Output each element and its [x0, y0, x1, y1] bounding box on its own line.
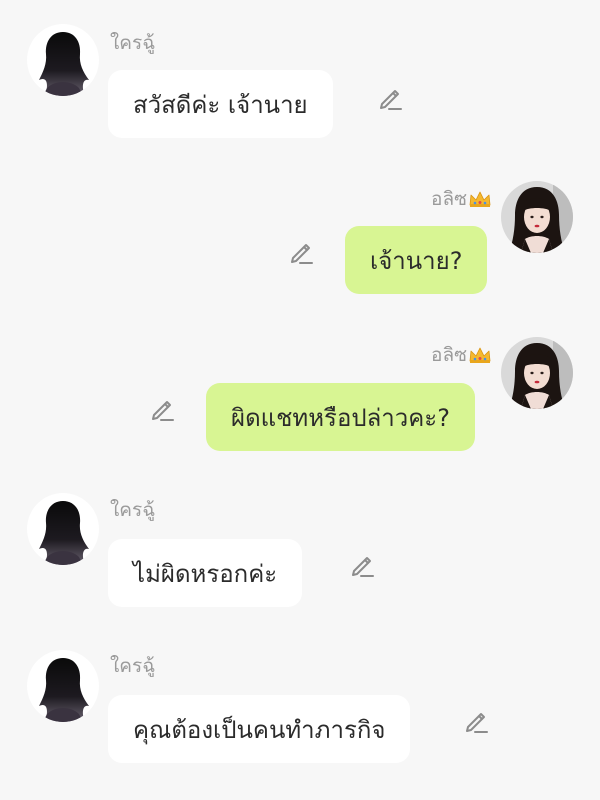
message-bubble[interactable]: ผิดแชทหรือปล่าวคะ?	[206, 383, 475, 451]
silhouette-avatar-icon[interactable]	[27, 24, 99, 96]
sender-name: ใครฉู้	[110, 655, 156, 677]
silhouette-avatar-icon[interactable]	[27, 650, 99, 722]
sender-name: อลิซ	[431, 340, 492, 370]
crown-icon	[468, 190, 492, 213]
girl-portrait-avatar-icon[interactable]	[501, 181, 573, 253]
message-bubble[interactable]: คุณต้องเป็นคนทำภารกิจ	[108, 695, 411, 763]
sender-name-text: อลิซ	[431, 188, 467, 210]
message-bubble[interactable]: เจ้านาย?	[345, 226, 488, 294]
pencil-edit-icon[interactable]	[148, 395, 176, 423]
pencil-edit-icon[interactable]	[287, 238, 315, 266]
message-text: สวัสดีค่ะ เจ้านาย	[133, 90, 308, 119]
chat-thread: ใครฉู้ สวัสดีค่ะ เจ้านาย อลิซ เจ้านาย? อ…	[0, 0, 600, 800]
girl-portrait-avatar-icon[interactable]	[501, 337, 573, 409]
sender-name: ใครฉู้	[110, 499, 156, 521]
message-text: ไม่ผิดหรอกค่ะ	[133, 559, 278, 588]
message-text: คุณต้องเป็นคนทำภารกิจ	[133, 715, 386, 744]
message-text: เจ้านาย?	[370, 246, 463, 275]
sender-name-text: อลิซ	[431, 344, 467, 366]
silhouette-avatar-icon[interactable]	[27, 493, 99, 565]
pencil-edit-icon[interactable]	[348, 551, 376, 579]
message-bubble[interactable]: สวัสดีค่ะ เจ้านาย	[108, 70, 333, 138]
sender-name: ใครฉู้	[110, 32, 156, 54]
pencil-edit-icon[interactable]	[376, 84, 404, 112]
message-text: ผิดแชทหรือปล่าวคะ?	[231, 403, 450, 432]
message-bubble[interactable]: ไม่ผิดหรอกค่ะ	[108, 539, 303, 607]
crown-icon	[468, 346, 492, 369]
sender-name: อลิซ	[431, 184, 492, 214]
pencil-edit-icon[interactable]	[462, 707, 490, 735]
